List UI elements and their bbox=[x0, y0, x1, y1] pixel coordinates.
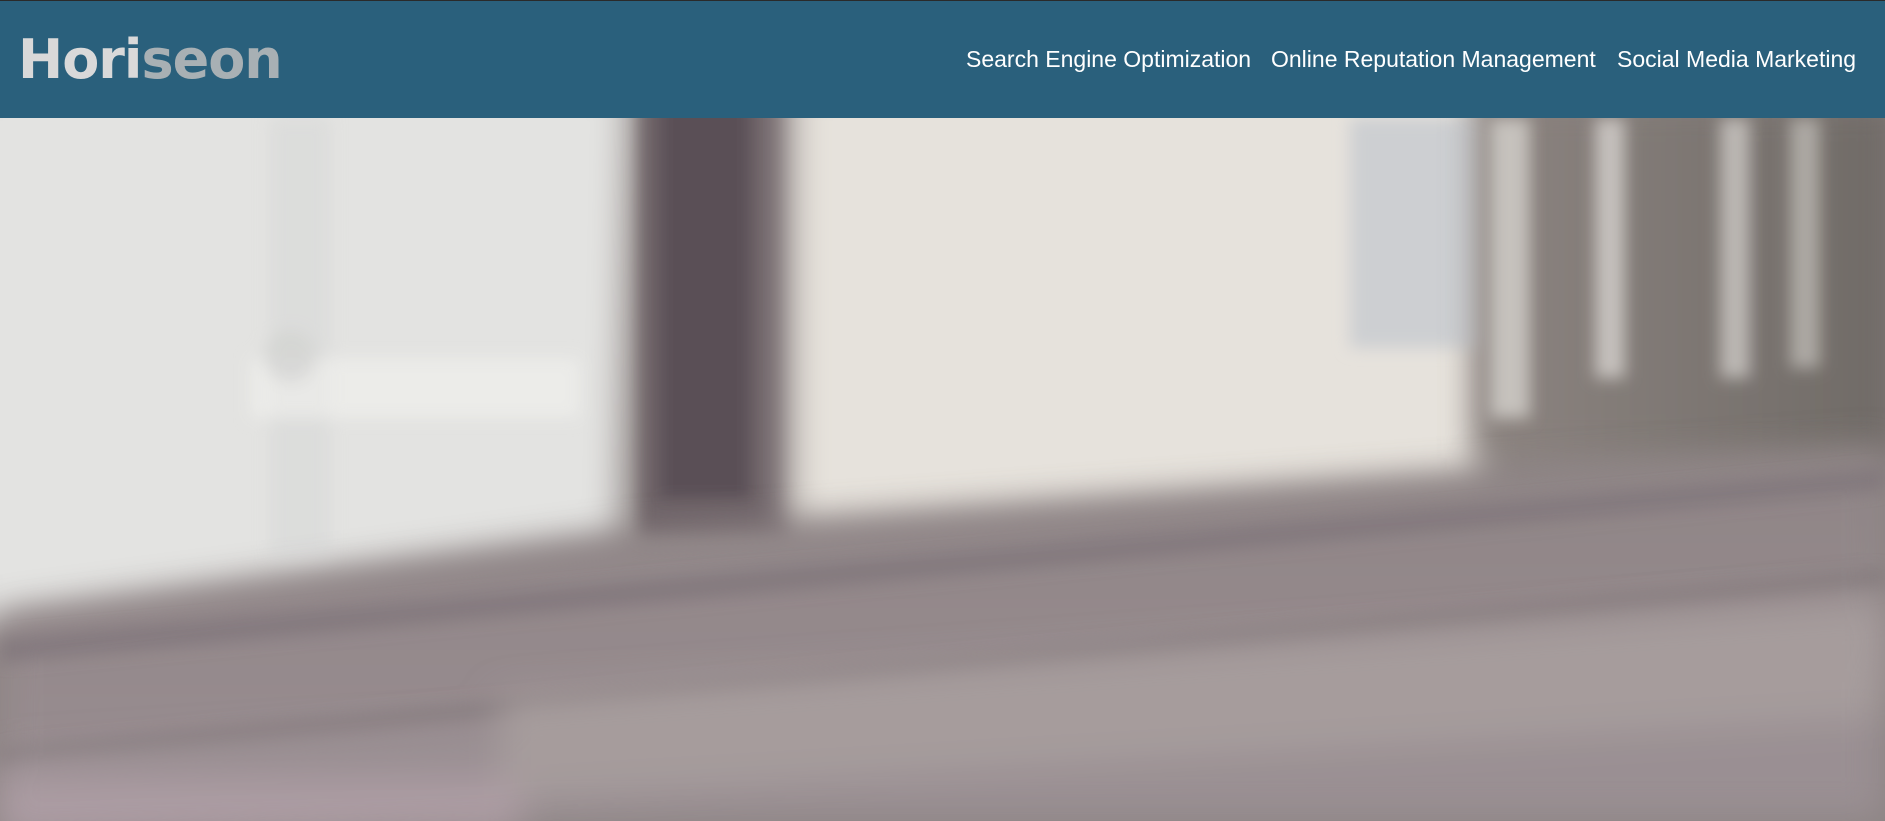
nav-link-social-media-marketing[interactable]: Social Media Marketing bbox=[1617, 41, 1856, 77]
site-header: Horiseon Search Engine Optimization Onli… bbox=[0, 1, 1885, 118]
hero-image bbox=[0, 118, 1885, 821]
page: Horiseon Search Engine Optimization Onli… bbox=[0, 0, 1885, 821]
nav-link-online-reputation-management[interactable]: Online Reputation Management bbox=[1271, 41, 1596, 77]
site-logo[interactable]: Horiseon bbox=[18, 28, 283, 91]
hero-background-illustration bbox=[0, 118, 1885, 821]
nav-link-search-engine-optimization[interactable]: Search Engine Optimization bbox=[966, 41, 1251, 77]
logo-text-seon: seon bbox=[141, 28, 282, 91]
logo-text-hori: Hori bbox=[18, 28, 142, 91]
